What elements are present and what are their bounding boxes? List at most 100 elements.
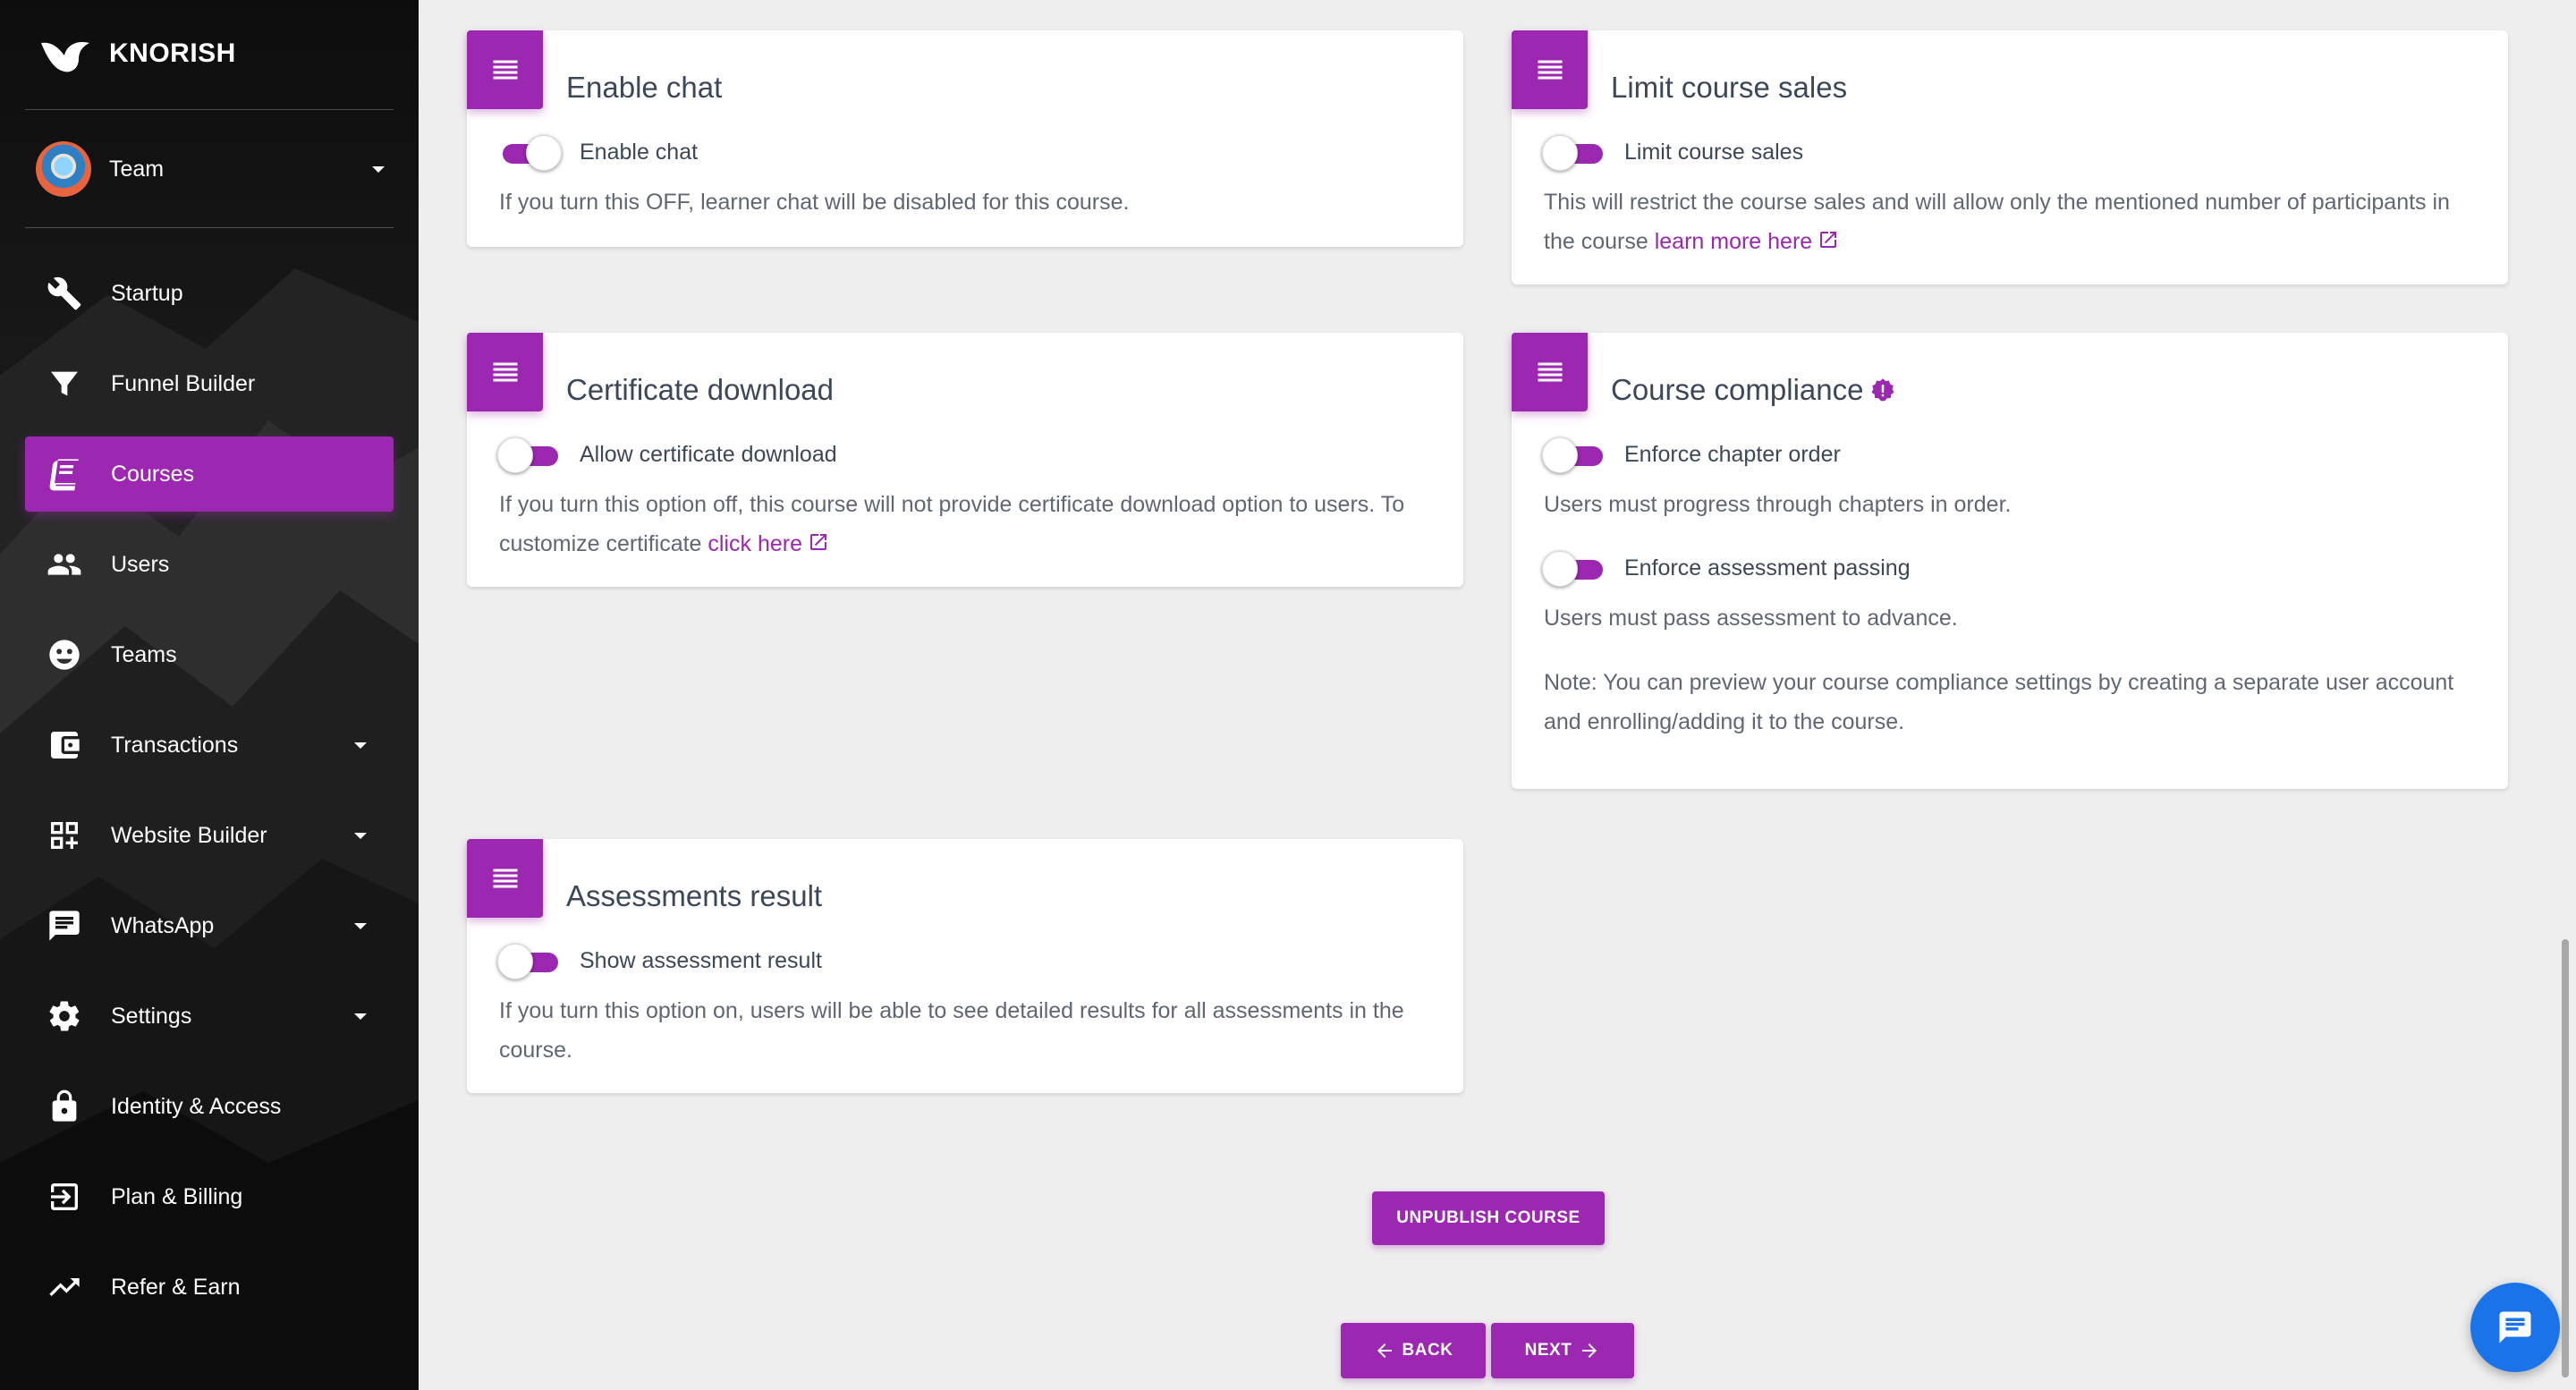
back-button[interactable]: BACK	[1341, 1323, 1486, 1378]
sidebar-item-label: Plan & Billing	[111, 1183, 243, 1209]
assessment-passing-toggle-row: Enforce assessment passing	[1542, 551, 1911, 587]
sidebar-divider	[25, 227, 394, 228]
sidebar-item-label: WhatsApp	[111, 912, 215, 938]
link-label: learn more here	[1654, 229, 1813, 254]
trending-up-icon	[45, 1267, 84, 1307]
toggle-label: Enforce assessment passing	[1624, 555, 1911, 581]
sidebar-item-transactions[interactable]: Transactions	[25, 708, 394, 783]
sidebar-item-label: Teams	[111, 641, 177, 667]
enforce-assessment-passing-toggle[interactable]	[1542, 551, 1603, 587]
learn-more-link[interactable]: learn more here	[1655, 229, 1839, 254]
avatar	[36, 141, 91, 197]
list-icon	[493, 869, 517, 888]
sidebar-item-refer-earn[interactable]: Refer & Earn	[25, 1250, 394, 1325]
note-line: Note: You can preview your course compli…	[1544, 670, 2454, 695]
chapter-order-description: Users must progress through chapters in …	[1544, 492, 2012, 517]
scrollbar[interactable]	[2562, 939, 2569, 1377]
teams-icon	[45, 635, 84, 674]
chevron-down-icon	[354, 742, 367, 749]
sidebar-item-label: Courses	[111, 461, 195, 487]
chevron-down-icon	[354, 1013, 367, 1020]
new-badge-icon	[1871, 378, 1894, 402]
chat-bubble-icon	[2499, 1311, 2531, 1343]
toggle-label: Allow certificate download	[580, 441, 837, 467]
filter-icon	[45, 364, 84, 403]
card-header-icon	[1512, 30, 1588, 109]
enable-chat-toggle-row: Enable chat	[501, 135, 699, 171]
button-label: NEXT	[1524, 1341, 1572, 1360]
next-button[interactable]: NEXT	[1491, 1323, 1634, 1378]
brand-name: KNORISH	[109, 38, 236, 68]
click-here-link[interactable]: click here	[708, 531, 829, 556]
card-title: Assessments result	[566, 879, 823, 912]
button-label: BACK	[1402, 1341, 1453, 1360]
toggle-label: Show assessment result	[580, 947, 822, 973]
sidebar-item-startup[interactable]: Startup	[25, 256, 394, 331]
sidebar-item-website-builder[interactable]: Website Builder	[25, 798, 394, 873]
toggle-label: Limit course sales	[1624, 139, 1804, 165]
brand-logo-icon	[41, 41, 89, 72]
sidebar-item-whatsapp[interactable]: WhatsApp	[25, 888, 394, 963]
exit-icon	[45, 1177, 84, 1216]
external-link-icon	[1818, 224, 1839, 248]
enable-chat-toggle[interactable]	[501, 135, 562, 171]
arrow-left-icon	[1377, 1343, 1392, 1358]
sidebar-item-plan-billing[interactable]: Plan & Billing	[25, 1159, 394, 1234]
sidebar-item-courses[interactable]: Courses	[25, 436, 394, 512]
toggle-label: Enforce chapter order	[1624, 441, 1841, 467]
chevron-down-icon	[354, 832, 367, 839]
list-icon	[1538, 60, 1562, 80]
wallet-icon	[45, 725, 84, 765]
unpublish-course-button[interactable]: UNPUBLISH COURSE	[1372, 1191, 1605, 1245]
sidebar-item-settings[interactable]: Settings	[25, 979, 394, 1054]
team-label: Team	[109, 156, 165, 182]
card-header-icon	[467, 30, 543, 109]
sidebar-item-label: Users	[111, 551, 170, 577]
sidebar-divider	[25, 109, 394, 110]
card-title: Enable chat	[566, 71, 723, 104]
card-header-icon	[467, 839, 543, 918]
card-title: Course compliance	[1611, 373, 1864, 406]
compliance-note: Note: You can preview your course compli…	[1544, 663, 2465, 742]
assessments-result-card: Assessments result Show assessment resul…	[467, 839, 1463, 1093]
description-line: This will restrict the course sales and …	[1544, 190, 2450, 215]
link-label: click here	[708, 531, 803, 556]
external-link-icon	[808, 526, 829, 550]
description-line: If you turn this option on, users will b…	[499, 998, 1404, 1023]
brand[interactable]: KNORISH	[39, 32, 236, 75]
sidebar-item-identity-access[interactable]: Identity & Access	[25, 1069, 394, 1144]
sidebar-item-label: Website Builder	[111, 822, 267, 848]
card-title: Certificate download	[566, 373, 834, 406]
chat-support-button[interactable]	[2470, 1283, 2560, 1372]
team-switcher[interactable]: Team	[36, 141, 385, 197]
limit-course-sales-card: Limit course sales Limit course sales Th…	[1512, 30, 2508, 284]
enable-chat-description: If you turn this OFF, learner chat will …	[499, 190, 1130, 215]
assessment-result-toggle-row: Show assessment result	[497, 944, 822, 979]
card-header-icon	[1512, 333, 1588, 411]
limit-sales-toggle[interactable]	[1542, 135, 1603, 171]
certificate-download-card: Certificate download Allow certificate d…	[467, 333, 1463, 587]
limit-sales-description: This will restrict the course sales and …	[1544, 182, 2465, 261]
certificate-download-toggle[interactable]	[497, 437, 558, 473]
website-builder-icon	[45, 816, 84, 855]
sidebar-item-label: Identity & Access	[111, 1093, 282, 1119]
show-assessment-result-toggle[interactable]	[497, 944, 558, 979]
limit-sales-toggle-row: Limit course sales	[1542, 135, 1804, 171]
enforce-chapter-order-toggle[interactable]	[1542, 437, 1603, 473]
assessment-passing-description: Users must pass assessment to advance.	[1544, 606, 1958, 631]
chevron-down-icon	[372, 165, 385, 173]
arrow-right-icon	[1582, 1343, 1597, 1358]
sidebar-item-users[interactable]: Users	[25, 527, 394, 602]
toggle-label: Enable chat	[580, 139, 699, 165]
sidebar-item-label: Refer & Earn	[111, 1274, 241, 1300]
sidebar-item-label: Transactions	[111, 732, 239, 758]
chevron-down-icon	[354, 922, 367, 929]
card-header-icon	[467, 333, 543, 411]
sidebar-item-teams[interactable]: Teams	[25, 617, 394, 692]
certificate-toggle-row: Allow certificate download	[497, 437, 837, 473]
lock-icon	[45, 1087, 84, 1126]
sidebar-item-label: Funnel Builder	[111, 370, 256, 396]
users-icon	[45, 545, 84, 584]
certificate-description: If you turn this option off, this course…	[499, 485, 1420, 564]
sidebar-item-funnel-builder[interactable]: Funnel Builder	[25, 346, 394, 421]
